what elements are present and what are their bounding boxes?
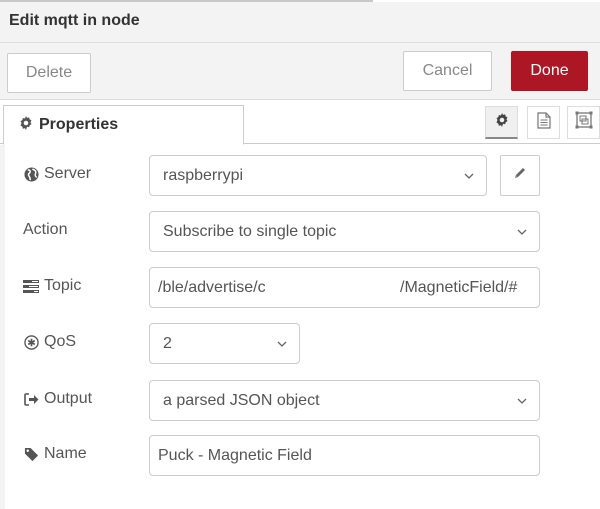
tray-header: Edit mqtt in node xyxy=(0,2,600,43)
name-input[interactable]: Puck - Magnetic Field xyxy=(149,435,540,476)
chevron-down-icon xyxy=(464,173,474,179)
name-input-value: Puck - Magnetic Field xyxy=(158,446,312,464)
output-label-text: Output xyxy=(44,390,93,407)
qos-row: QoS 2 xyxy=(0,323,600,365)
topic-label-text: Topic xyxy=(44,277,82,294)
chevron-down-icon xyxy=(517,398,527,404)
topic-value-start: /ble/advertise/c xyxy=(158,279,266,296)
gear-icon xyxy=(19,116,33,134)
action-label: Action xyxy=(23,221,67,239)
globe-icon xyxy=(23,166,39,182)
action-row: Action Subscribe to single topic xyxy=(0,211,600,253)
output-select-value: a parsed JSON object xyxy=(163,391,320,409)
server-select-value: raspberrypi xyxy=(163,166,244,184)
tab-description-button[interactable] xyxy=(527,106,560,139)
tab-properties[interactable]: Properties xyxy=(3,105,244,145)
tab-appearance-button[interactable] xyxy=(567,106,600,139)
edit-server-button[interactable] xyxy=(500,155,540,196)
tasks-icon xyxy=(23,279,39,293)
tag-icon xyxy=(23,447,39,462)
qos-label: QoS xyxy=(23,333,76,351)
tab-properties-label: Properties xyxy=(39,116,119,133)
name-label: Name xyxy=(23,445,87,463)
tab-bar: Properties xyxy=(0,100,600,145)
appearance-icon xyxy=(575,111,593,134)
tab-properties-icon-button[interactable] xyxy=(485,106,518,139)
name-row: Name Puck - Magnetic Field xyxy=(0,435,600,477)
sign-out-icon xyxy=(23,392,39,406)
server-row: Server raspberrypi xyxy=(0,155,600,197)
output-select[interactable]: a parsed JSON object xyxy=(149,380,540,421)
topic-label: Topic xyxy=(23,277,81,295)
tray-title: Edit mqtt in node xyxy=(9,12,140,29)
topic-value-end: /MagneticField/# xyxy=(400,279,518,296)
delete-button[interactable]: Delete xyxy=(7,53,91,93)
topic-input[interactable]: /ble/advertise/c /MagneticField/# xyxy=(149,267,540,308)
pencil-icon xyxy=(513,166,527,185)
qos-select[interactable]: 2 xyxy=(149,323,300,364)
description-icon xyxy=(536,111,551,134)
topic-row: Topic /ble/advertise/c /MagneticField/# xyxy=(0,267,600,309)
gear-icon xyxy=(495,112,509,132)
action-label-text: Action xyxy=(23,221,68,238)
cancel-button[interactable]: Cancel xyxy=(403,51,492,91)
server-select[interactable]: raspberrypi xyxy=(149,155,487,196)
asterisk-circle-icon xyxy=(23,334,39,350)
chevron-down-icon xyxy=(277,341,287,347)
output-row: Output a parsed JSON object xyxy=(0,380,600,422)
chevron-down-icon xyxy=(517,229,527,235)
action-select[interactable]: Subscribe to single topic xyxy=(149,211,540,252)
server-label-text: Server xyxy=(44,165,92,182)
action-select-value: Subscribe to single topic xyxy=(163,222,337,240)
output-label: Output xyxy=(23,390,92,408)
qos-label-text: QoS xyxy=(44,333,77,350)
done-button[interactable]: Done xyxy=(511,51,588,91)
tray-toolbar: Delete Cancel Done xyxy=(0,43,600,100)
name-label-text: Name xyxy=(44,445,87,462)
server-label: Server xyxy=(23,165,91,183)
qos-select-value: 2 xyxy=(163,334,172,352)
